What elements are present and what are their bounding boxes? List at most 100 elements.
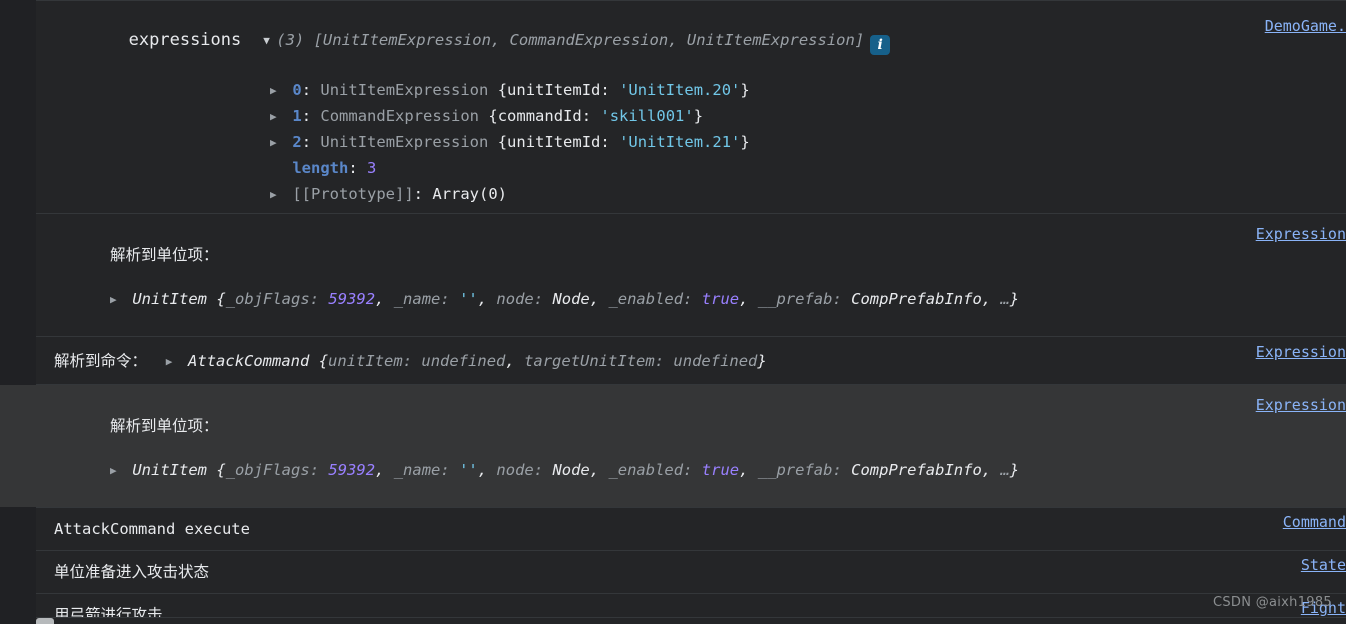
close-brace: } <box>693 107 704 125</box>
property-key: _objFlags <box>225 461 310 479</box>
chevron-down-icon[interactable]: ▼ <box>263 35 276 46</box>
property-key: _enabled <box>608 290 684 308</box>
message-body: 解析到命令： ▶ AttackCommand {unitItem: undefi… <box>54 351 767 370</box>
class-name: UnitItemExpression <box>320 133 489 151</box>
property-key: __prefab <box>757 290 833 308</box>
property-key: _name <box>393 290 441 308</box>
console-message-unit-ready[interactable]: 单位准备进入攻击状态 State <box>36 550 1346 593</box>
property-key: node <box>496 290 534 308</box>
property-value: Node <box>552 290 590 308</box>
close-brace: } <box>740 133 750 151</box>
console-prompt-row[interactable] <box>36 617 1346 624</box>
console-prompt-caret[interactable] <box>36 618 54 624</box>
array-index: 2 <box>292 133 302 151</box>
property-value: CompPrefabInfo <box>851 290 982 308</box>
console-message-object-tree[interactable]: expressions ▼ (3) [UnitItemExpression, Com… <box>36 0 1346 213</box>
source-link[interactable]: State <box>1301 555 1346 576</box>
class-name: AttackCommand <box>188 351 310 370</box>
open-brace: { <box>216 461 226 479</box>
property-value: '' <box>459 461 478 479</box>
colon: : <box>832 461 842 479</box>
source-link[interactable]: DemoGame. <box>1265 16 1346 37</box>
close-brace: } <box>740 81 750 99</box>
array-item-row[interactable]: ▶ 0: UnitItemExpression {unitItemId: 'Un… <box>54 77 1346 103</box>
array-preview: [UnitItemExpression, CommandExpression, … <box>313 31 865 49</box>
info-icon[interactable]: i <box>870 35 891 55</box>
console-message-unit-item-2[interactable]: 解析到单位项： ▶ UnitItem {_objFlags: 59392, _n… <box>0 384 1346 507</box>
console-message-attack-execute[interactable]: AttackCommand execute Command <box>36 507 1346 550</box>
colon: : <box>533 290 544 308</box>
colon: : <box>301 107 312 125</box>
close-brace: } <box>1009 290 1020 308</box>
close-brace: } <box>1009 461 1020 479</box>
open-brace: { <box>488 107 498 125</box>
console-message-unit-item-1[interactable]: 解析到单位项： ▶ UnitItem {_objFlags: 59392, _n… <box>36 213 1346 336</box>
colon: : <box>600 81 610 99</box>
colon: : <box>683 461 693 479</box>
chevron-right-icon[interactable]: ▶ <box>110 465 123 476</box>
open-brace: { <box>216 290 226 308</box>
colon: : <box>348 159 358 177</box>
close-brace: } <box>757 351 767 370</box>
property-key: unitItemId <box>507 81 601 99</box>
array-prototype-row[interactable]: ▶ [[Prototype]]: Array(0) <box>54 181 1346 207</box>
class-name: UnitItem <box>132 290 207 308</box>
colon: : <box>832 290 842 308</box>
colon: : <box>413 185 424 203</box>
colon: : <box>440 290 450 308</box>
message-body: 解析到单位项： ▶ UnitItem {_objFlags: 59392, _n… <box>110 417 1020 479</box>
message-text: AttackCommand execute <box>54 520 250 538</box>
property-value: 59392 <box>328 461 376 479</box>
console-message-command[interactable]: 解析到命令： ▶ AttackCommand {unitItem: undefi… <box>36 336 1346 384</box>
colon: : <box>581 107 592 125</box>
array-index: 0 <box>292 81 302 99</box>
array-length-row: length: 3 <box>54 155 1346 181</box>
property-value: CompPrefabInfo <box>851 461 982 479</box>
property-value: Node <box>552 461 590 479</box>
chevron-right-icon[interactable]: ▶ <box>270 189 283 200</box>
class-name: CommandExpression <box>320 107 480 125</box>
source-link[interactable]: Expression <box>1256 395 1346 416</box>
colon: : <box>402 351 413 370</box>
chevron-right-icon[interactable]: ▶ <box>270 111 283 122</box>
source-link[interactable]: Expression <box>1256 224 1346 245</box>
property-value: 'skill001' <box>600 107 694 125</box>
console-gutter <box>0 0 36 624</box>
length-value: 3 <box>367 159 377 177</box>
property-key: unitItemId <box>507 133 601 151</box>
message-label: 解析到命令： <box>54 351 148 370</box>
array-item-row[interactable]: ▶ 2: UnitItemExpression {unitItemId: 'Un… <box>54 129 1346 155</box>
property-value: undefined <box>673 351 758 370</box>
property-key: targetUnitItem <box>524 351 655 370</box>
chevron-right-icon[interactable]: ▶ <box>110 294 123 305</box>
colon: : <box>654 351 665 370</box>
message-text: 单位准备进入攻击状态 <box>54 563 210 581</box>
prototype-value: Array(0) <box>432 185 508 203</box>
colon: : <box>683 290 693 308</box>
colon: : <box>309 461 320 479</box>
chevron-right-icon[interactable]: ▶ <box>270 85 283 96</box>
class-name: UnitItemExpression <box>320 81 489 99</box>
source-link[interactable]: Command <box>1283 512 1346 533</box>
property-key: __prefab <box>757 461 833 479</box>
colon: : <box>440 461 450 479</box>
array-item-row[interactable]: ▶ 1: CommandExpression {commandId: 'skil… <box>54 103 1346 129</box>
array-count: (3) <box>276 31 305 49</box>
colon: : <box>600 133 610 151</box>
chevron-right-icon[interactable]: ▶ <box>166 356 179 367</box>
property-key: _name <box>393 461 441 479</box>
colon: : <box>533 461 544 479</box>
devtools-console-panel[interactable]: expressions ▼ (3) [UnitItemExpression, Com… <box>0 0 1346 624</box>
property-value: true <box>701 290 740 308</box>
colon: : <box>301 133 312 151</box>
open-brace: { <box>318 351 329 370</box>
property-value: 'UnitItem.20' <box>619 81 741 99</box>
open-brace: { <box>497 81 508 99</box>
array-index: 1 <box>292 107 302 125</box>
property-value: true <box>701 461 740 479</box>
class-name: UnitItem <box>132 461 207 479</box>
property-key: unitItem <box>328 351 403 370</box>
source-link[interactable]: Expression <box>1256 342 1346 363</box>
chevron-right-icon[interactable]: ▶ <box>270 137 283 148</box>
property-key: _enabled <box>608 461 684 479</box>
